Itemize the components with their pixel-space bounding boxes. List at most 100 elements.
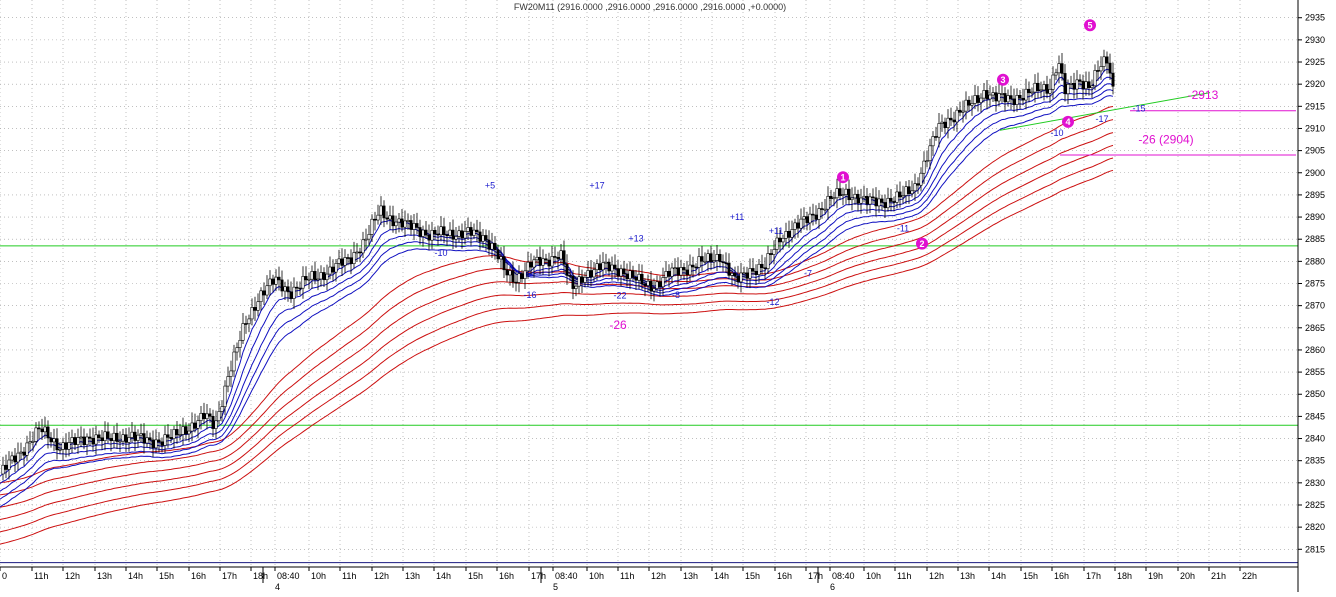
candle-body [238, 339, 242, 348]
y-tick-label: 2865 [1305, 323, 1325, 333]
candle-body [358, 251, 362, 254]
candle-body [160, 441, 164, 446]
annotation-label: +17 [589, 180, 604, 190]
candle-body [547, 259, 551, 267]
candle-body [1018, 94, 1022, 99]
candle-body [40, 428, 44, 433]
candle-body [67, 442, 71, 450]
candle-body [151, 439, 155, 449]
candle-body [970, 103, 974, 106]
candle-body [148, 437, 152, 441]
candle-body [37, 427, 41, 430]
x-tick-label: 16h [1054, 571, 1069, 581]
candle-body [616, 268, 620, 277]
annotation-label: -7 [804, 268, 812, 278]
candle-body [475, 229, 479, 233]
candle-body [943, 121, 947, 129]
x-tick-label: 19h [1148, 571, 1163, 581]
x-tick-label: 16h [191, 571, 206, 581]
candle-body [703, 260, 707, 263]
candle-body [886, 197, 890, 209]
candle-body [1051, 74, 1055, 90]
candle-body [1033, 82, 1037, 93]
candle-body [520, 273, 524, 279]
candle-body [997, 93, 1001, 102]
y-tick-label: 2850 [1305, 389, 1325, 399]
candle-body [1042, 84, 1046, 91]
candle-body [433, 229, 437, 235]
candle-body [919, 172, 923, 186]
candle-body [964, 99, 968, 112]
candle-body [418, 227, 422, 237]
candle-body [754, 270, 758, 275]
candle-body [10, 455, 14, 461]
candle-body [691, 264, 695, 268]
candle-body [901, 195, 905, 198]
candle-body [928, 145, 932, 162]
candle-body [613, 264, 617, 269]
candle-body [892, 201, 896, 203]
candle-body [262, 290, 266, 296]
x-tick-label: 20h [1180, 571, 1195, 581]
candle-body [1045, 84, 1049, 94]
candle-body [607, 261, 611, 272]
x-tick-label: 13h [683, 571, 698, 581]
x-tick-label: 12h [374, 571, 389, 581]
y-tick-label: 2920 [1305, 79, 1325, 89]
x-tick-label: 0 [2, 571, 7, 581]
candle-body [427, 234, 431, 241]
candle-body [298, 287, 302, 290]
annotation-label: -17 [1095, 114, 1108, 124]
candle-body [802, 216, 806, 220]
candle-body [1093, 70, 1097, 87]
candle-body [925, 160, 929, 163]
x-tick-label: 12h [65, 571, 80, 581]
candle-body [646, 280, 650, 286]
candle-body [721, 261, 725, 264]
candle-body [697, 256, 701, 268]
candle-body [511, 270, 515, 283]
candle-body [874, 197, 878, 207]
candle-body [46, 426, 50, 439]
candle-body [967, 99, 971, 106]
candle-body [688, 264, 692, 276]
candle-body [163, 434, 167, 446]
candle-body [469, 227, 473, 236]
x-tick-label: 08:40 [555, 571, 578, 581]
candle-body [118, 440, 122, 443]
candle-body [193, 422, 197, 429]
candle-body [739, 272, 743, 283]
annotation-label: -8 [672, 290, 680, 300]
candle-body [274, 276, 278, 285]
candle-body [253, 307, 257, 311]
candle-body [649, 280, 653, 292]
x-tick-label: 14h [991, 571, 1006, 581]
candle-body [31, 441, 35, 443]
candle-body [577, 276, 581, 287]
candle-body [334, 263, 338, 273]
candle-body [169, 437, 173, 440]
y-tick-label: 2925 [1305, 57, 1325, 67]
wave-marker-label: 3 [1000, 75, 1005, 85]
candle-body [445, 234, 449, 237]
candle-body [211, 415, 215, 429]
candle-body [526, 261, 530, 272]
x-tick-label: 14h [714, 571, 729, 581]
candle-body [724, 262, 728, 265]
candle-body [79, 436, 83, 439]
candle-body [742, 272, 746, 275]
candle-body [778, 237, 782, 243]
candle-body [994, 92, 998, 102]
candle-body [664, 271, 668, 278]
candle-body [937, 123, 941, 138]
candle-body [517, 273, 521, 283]
candle-body [187, 430, 191, 435]
candle-body [865, 195, 869, 205]
x-tick-label: 16h [499, 571, 514, 581]
x-tick-label: 17h [808, 571, 823, 581]
candle-body [1000, 93, 1004, 95]
candle-body [1024, 88, 1028, 101]
candle-body [826, 195, 830, 210]
candle-body [790, 229, 794, 238]
candle-body [319, 272, 323, 280]
